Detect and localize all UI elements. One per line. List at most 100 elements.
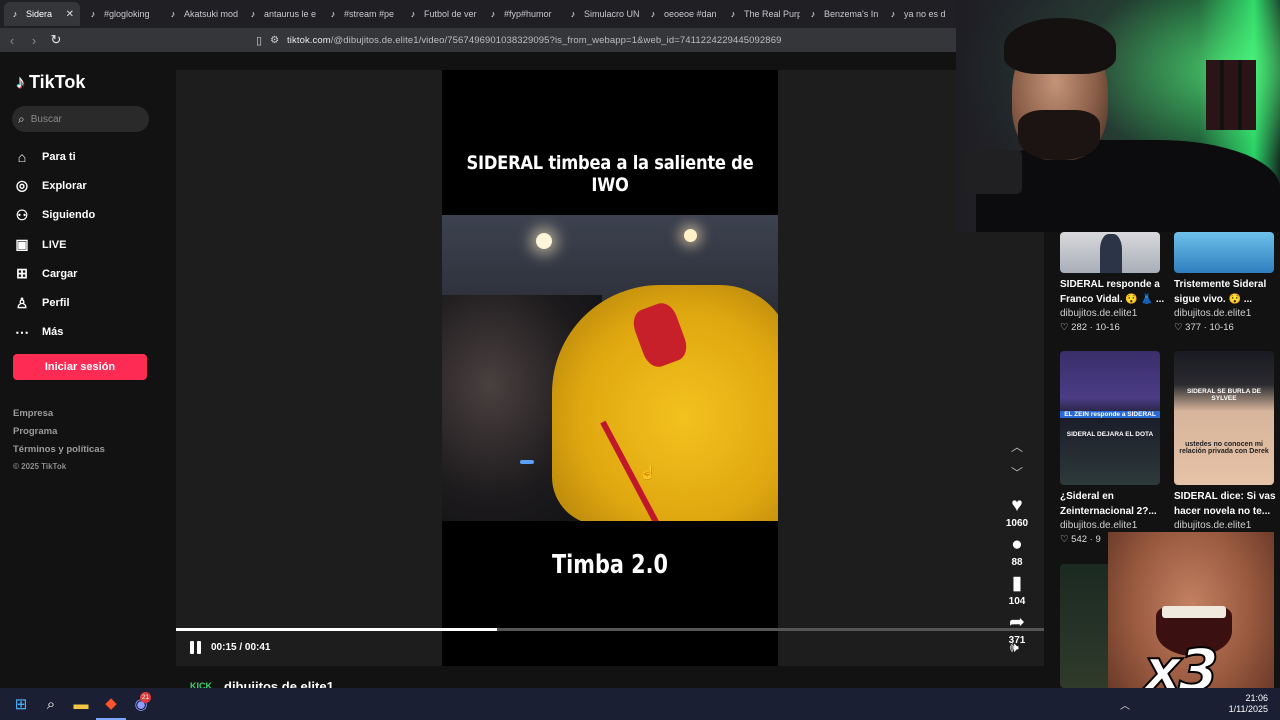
tiktok-logo[interactable]: ♪ TikTok xyxy=(16,72,85,93)
tiktok-icon: ♪ xyxy=(12,9,18,19)
brave-browser-icon[interactable]: ◆ xyxy=(96,688,126,720)
windows-start-icon[interactable]: ⊞ xyxy=(6,688,36,720)
video-thumbnail[interactable] xyxy=(1060,232,1160,273)
footer-link-programa[interactable]: Programa xyxy=(13,426,105,444)
tiktok-icon: ♪ xyxy=(810,9,816,19)
video-light xyxy=(536,233,552,249)
reload-icon[interactable]: ↻ xyxy=(46,30,66,50)
footer-link-empresa[interactable]: Empresa xyxy=(13,408,105,426)
card-stats: ♡ 282 · 10-16 xyxy=(1060,322,1120,333)
video-player[interactable]: SIDERAL timbea a la saliente de IWO Timb… xyxy=(176,70,1044,666)
microphone xyxy=(962,150,1022,194)
tab-label: The Real Purp xyxy=(744,9,800,19)
browser-tab[interactable]: ♪ #fyp#humor xyxy=(482,2,560,26)
share-button[interactable]: ➦ 371 xyxy=(996,613,1038,647)
video-thumbnail[interactable] xyxy=(1174,232,1274,273)
discord-badge: 21 xyxy=(140,692,151,703)
like-button[interactable]: ♥ 1060 xyxy=(996,496,1038,530)
url-text[interactable]: tiktok.com/@dibujitos.de.elite1/video/75… xyxy=(287,35,781,46)
sidebar-item-mas[interactable]: ⋯ Más xyxy=(14,318,95,347)
clock-date: 1/11/2025 xyxy=(1228,704,1268,714)
chevron-up-icon[interactable]: ︿ xyxy=(996,438,1038,464)
pause-button[interactable] xyxy=(190,641,204,655)
sidebar-item-label: Siguiendo xyxy=(42,209,96,222)
video-card[interactable]: SIDERAL SE BURLA DE SYLVEE ustedes no co… xyxy=(1174,351,1280,531)
browser-tab[interactable]: ♪ #stream #pe xyxy=(322,2,400,26)
tab-label: #fyp#humor xyxy=(504,9,552,19)
tiktok-icon: ♪ xyxy=(890,9,896,19)
sidebar-item-cargar[interactable]: ⊞ Cargar xyxy=(14,259,95,288)
forward-icon[interactable]: › xyxy=(24,30,44,50)
tab-label: antaurus le e xyxy=(264,9,317,19)
sidebar-item-label: Explorar xyxy=(42,179,87,192)
card-author[interactable]: dibujitos.de.elite1 xyxy=(1060,308,1170,319)
browser-tab-active[interactable]: ♪ Sidera ✕ xyxy=(4,2,80,26)
video-image xyxy=(442,215,778,521)
browser-tab[interactable]: ♪ antaurus le e xyxy=(242,2,320,26)
tiktok-icon: ♪ xyxy=(570,9,576,19)
browser-toolbar: ‹ › ↻ ▯ ⚙ tiktok.com/@dibujitos.de.elite… xyxy=(0,28,956,52)
browser-tab[interactable]: ♪ oeoeoe #dan xyxy=(642,2,720,26)
save-button[interactable]: ▮ 104 xyxy=(996,574,1038,608)
sidebar-item-label: Más xyxy=(42,326,64,339)
search-icon[interactable]: ⌕ xyxy=(36,688,66,720)
sidebar-item-siguiendo[interactable]: ⚇ Siguiendo xyxy=(14,201,95,230)
comment-button[interactable]: ● 88 xyxy=(996,535,1038,569)
card-likes: 377 xyxy=(1185,322,1202,333)
browser-tab[interactable]: ♪ Futbol de ver xyxy=(402,2,480,26)
logo-text: TikTok xyxy=(29,72,86,92)
video-card[interactable]: SIDERAL responde a Franco Vidal. 😯 👗 ...… xyxy=(1060,232,1170,333)
thumb-text: EL ZEIN responde a SIDERAL xyxy=(1060,411,1160,418)
file-explorer-icon[interactable]: ▬ xyxy=(66,688,96,720)
hand-cursor-icon: ☝ xyxy=(639,464,657,480)
chevron-up-icon[interactable]: ︿ xyxy=(1120,697,1130,712)
sidebar-item-para-ti[interactable]: ⌂ Para ti xyxy=(14,142,95,171)
thumb-text: SIDERAL DEJARA EL DOTA xyxy=(1066,431,1154,438)
card-author[interactable]: dibujitos.de.elite1 xyxy=(1174,308,1280,319)
browser-tab[interactable]: ♪ Akatsuki mod xyxy=(162,2,240,26)
browser-tab[interactable]: ♪ Benzema's In xyxy=(802,2,880,26)
tiktok-icon: ♪ xyxy=(730,9,736,19)
browser-tab[interactable]: ♪ ya no es d xyxy=(882,2,960,26)
browser-tab[interactable]: ♪ #glogloking xyxy=(82,2,160,26)
card-title: SIDERAL responde a Franco Vidal. 😯 👗 ... xyxy=(1060,279,1165,305)
bookmark-icon[interactable]: ▯ xyxy=(256,34,262,47)
search-icon: ⌕ xyxy=(18,111,25,126)
sidebar-item-label: Cargar xyxy=(42,267,78,280)
tiktok-icon: ♪ xyxy=(330,9,336,19)
card-author[interactable]: dibujitos.de.elite1 xyxy=(1174,520,1280,531)
tiktok-icon: ♪ xyxy=(410,9,416,19)
back-icon[interactable]: ‹ xyxy=(2,30,22,50)
browser-tab[interactable]: ♪ Simulacro UN xyxy=(562,2,640,26)
video-frame[interactable]: SIDERAL timbea a la saliente de IWO Timb… xyxy=(442,70,778,666)
video-card[interactable]: Tristemente Sideral sigue vivo. 😯 ... di… xyxy=(1174,232,1280,333)
search-box[interactable]: ⌕ xyxy=(12,106,149,132)
card-author[interactable]: dibujitos.de.elite1 xyxy=(1060,520,1170,531)
video-thumbnail[interactable]: EL ZEIN responde a SIDERAL SIDERAL DEJAR… xyxy=(1060,351,1160,485)
taskbar-clock[interactable]: 21:06 1/11/2025 xyxy=(1229,693,1268,715)
thumb-text: SIDERAL SE BURLA DE SYLVEE xyxy=(1186,388,1262,402)
sidebar-item-perfil[interactable]: ♙ Perfil xyxy=(14,288,95,317)
sidebar-item-explorar[interactable]: ◎ Explorar xyxy=(14,171,95,200)
card-title: SIDERAL dice: Si vas hacer novela no te.… xyxy=(1174,491,1276,517)
video-caption-overlay: Timba 2.0 xyxy=(551,550,668,580)
search-input[interactable] xyxy=(30,113,131,125)
sidebar-item-live[interactable]: ▣ LIVE xyxy=(14,230,95,259)
close-icon[interactable]: ✕ xyxy=(66,9,74,20)
browser-tab[interactable]: ♪ The Real Purp xyxy=(722,2,800,26)
video-progress-bar[interactable] xyxy=(176,628,1044,631)
footer-link-terminos[interactable]: Términos y políticas xyxy=(13,444,105,462)
tab-label: oeoeoe #dan xyxy=(664,9,717,19)
video-thumbnail[interactable]: SIDERAL SE BURLA DE SYLVEE ustedes no co… xyxy=(1174,351,1274,485)
sidebar-item-label: Para ti xyxy=(42,150,76,163)
chevron-down-icon[interactable]: ﹀ xyxy=(996,464,1038,490)
screen: ♪ Sidera ✕ ♪ #glogloking ♪ Akatsuki mod ♪ a… xyxy=(0,0,1280,720)
home-icon: ⌂ xyxy=(17,148,27,165)
video-card[interactable]: EL ZEIN responde a SIDERAL SIDERAL DEJAR… xyxy=(1060,351,1170,545)
card-date: 10-16 xyxy=(1209,322,1234,333)
tab-label: #stream #pe xyxy=(344,9,395,19)
heart-icon: ♡ xyxy=(1060,534,1072,545)
login-button[interactable]: Iniciar sesión xyxy=(13,354,147,380)
address-bar[interactable]: ▯ ⚙ tiktok.com/@dibujitos.de.elite1/vide… xyxy=(256,30,951,50)
site-info-icon[interactable]: ⚙ xyxy=(270,35,279,46)
